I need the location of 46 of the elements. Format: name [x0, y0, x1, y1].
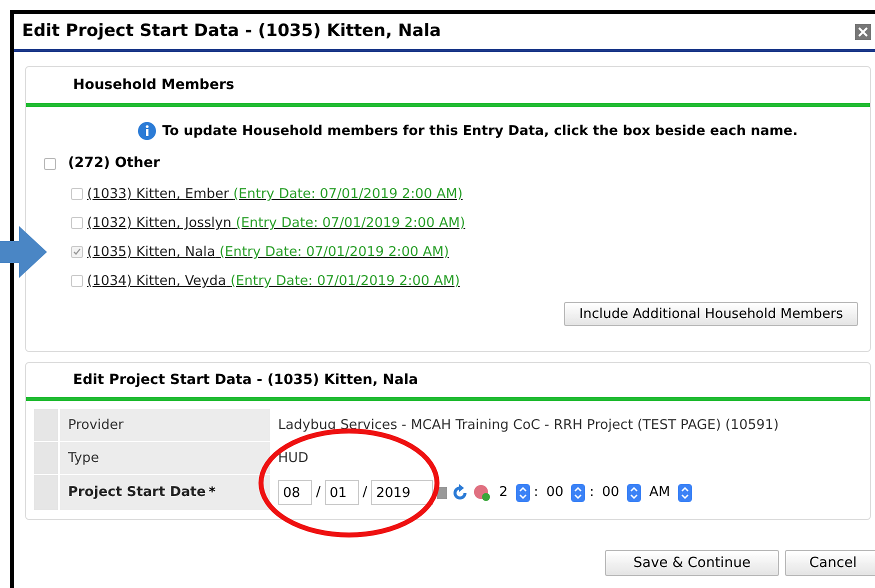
time-select[interactable]: 2 — [495, 482, 530, 504]
time-separator: : — [534, 483, 538, 502]
row-marker-cell — [34, 442, 58, 474]
time-select[interactable]: 00 — [598, 482, 642, 504]
member-link[interactable]: (1035) Kitten, Nala (Entry Date: 07/01/2019 2:00 AM) — [87, 242, 449, 262]
checkbox[interactable] — [71, 246, 83, 258]
spinner-icon[interactable] — [516, 484, 530, 502]
section-title: Household Members — [73, 76, 234, 94]
checkbox[interactable] — [71, 275, 83, 288]
info-text: To update Household members for this Entry Data, click the box beside each name. — [162, 122, 798, 141]
month-field[interactable]: 08 — [278, 480, 312, 505]
section-title: Edit Project Start Data - (1035) Kitten, Nala — [73, 370, 418, 390]
year-field[interactable]: 2019 — [371, 480, 434, 505]
row-marker-cell — [34, 409, 58, 441]
time-select[interactable]: AM — [645, 482, 692, 504]
member-link[interactable]: (1032) Kitten, Josslyn (Entry Date: 07/01/2019 2:00 AM) — [87, 213, 466, 234]
row-marker-cell — [34, 475, 58, 510]
member-link[interactable]: (1033) Kitten, Ember (Entry Date: 07/01/2019 2:00 AM) — [87, 184, 463, 204]
check-icon — [73, 248, 81, 256]
date-separator: / — [362, 483, 368, 502]
info-icon — [138, 122, 156, 140]
spinner-icon[interactable] — [627, 484, 642, 502]
required-mark: * — [208, 484, 216, 502]
field-value: HUD — [278, 448, 308, 468]
field-label: Project Start Date — [68, 483, 206, 502]
field-label: Provider — [68, 416, 124, 435]
checkbox[interactable] — [71, 188, 83, 200]
save-continue-button[interactable]: Save & Continue — [605, 550, 779, 576]
checkbox[interactable] — [44, 158, 56, 170]
time-select[interactable]: 00 — [542, 482, 586, 504]
include-members-button[interactable]: Include Additional Household Members — [564, 302, 858, 326]
group-label: (272) Other — [68, 154, 160, 174]
cancel-button[interactable]: Cancel — [785, 550, 875, 576]
field-label: Type — [68, 448, 100, 468]
refresh-icon[interactable] — [451, 484, 470, 502]
checkbox[interactable] — [71, 217, 83, 230]
field-value: Ladybug Services - MCAH Training CoC - RRH Project (TEST PAGE) (10591) — [278, 416, 779, 435]
time-separator: : — [589, 483, 594, 502]
date-separator: / — [316, 483, 321, 502]
day-field[interactable]: 01 — [324, 480, 359, 505]
spinner-icon[interactable] — [678, 484, 692, 502]
close-button[interactable] — [855, 24, 871, 40]
close-icon — [858, 26, 868, 36]
window-title: Edit Project Start Data - (1035) Kitten, Nala — [22, 20, 442, 43]
member-link[interactable]: (1034) Kitten, Veyda (Entry Date: 07/01/2019 2:00 AM) — [87, 271, 460, 292]
spinner-icon[interactable] — [571, 484, 586, 502]
